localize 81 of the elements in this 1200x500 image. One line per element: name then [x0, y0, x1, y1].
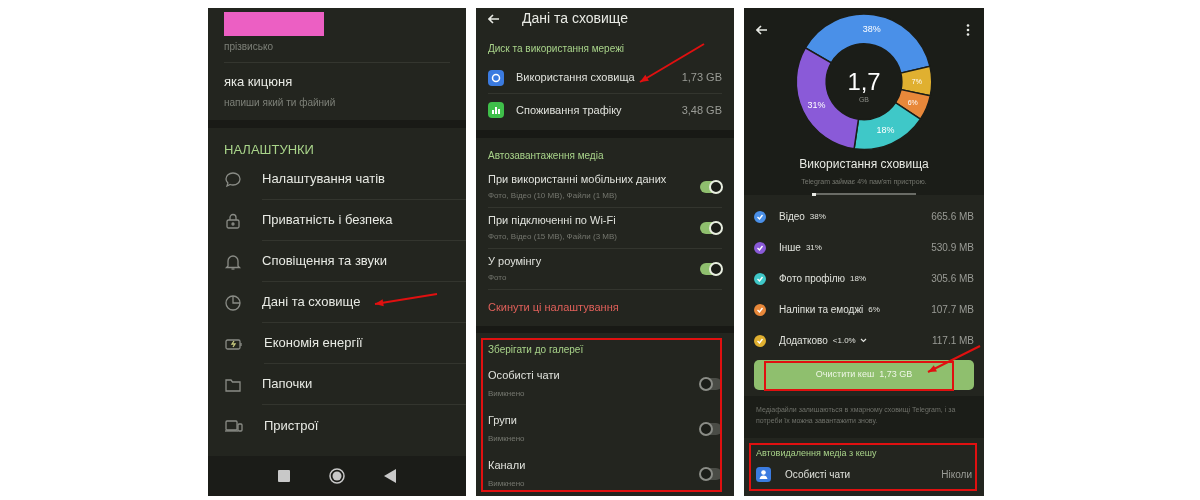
check-icon: [756, 274, 764, 283]
item-size: 107.7 MB: [931, 303, 974, 317]
item-label: Наліпки та емоджі: [779, 303, 864, 317]
person-icon: [756, 467, 771, 482]
toggle-switch[interactable]: [700, 377, 722, 390]
row-label[interactable]: Особисті чати: [488, 366, 700, 384]
row-value: 1,73 GB: [681, 70, 722, 86]
annotation-arrow: [927, 345, 981, 373]
row-hint: Вимкнено: [488, 388, 526, 401]
slice-label: 18%: [876, 125, 895, 135]
row-hint: Фото, Відео (15 MB), Файли (3 MB): [488, 231, 618, 244]
reset-link[interactable]: Скинути ці налаштування: [488, 289, 722, 326]
row-label[interactable]: У роумінгу: [488, 252, 700, 270]
bell-icon: [224, 252, 242, 271]
slice-label: 38%: [862, 24, 881, 35]
settings-item[interactable]: Сповіщення та звуки: [262, 241, 466, 282]
toggle-switch[interactable]: [700, 221, 722, 234]
checkbox[interactable]: [754, 334, 766, 347]
back-arrow-icon: [756, 24, 768, 36]
section-header: Диск та використання мережі: [488, 42, 626, 56]
item-label: Фото профілю: [779, 272, 846, 286]
more-icon: [966, 24, 970, 36]
item-label: Відео: [779, 210, 805, 224]
item-percent: <1.0%: [832, 334, 856, 347]
total-size: 1,7: [847, 67, 881, 95]
check-icon: [756, 243, 764, 252]
back-arrow-icon: [488, 12, 500, 25]
section-header: НАЛАШТУНКИ: [223, 140, 315, 159]
settings-item[interactable]: Приватність і безпека: [262, 200, 466, 241]
toggle-switch[interactable]: [700, 180, 722, 193]
row-hint: Вимкнено: [488, 478, 526, 491]
item-size: 665.6 MB: [931, 210, 974, 224]
storage-title: Використання сховища: [799, 155, 929, 173]
row-label[interactable]: Канали: [488, 456, 700, 474]
screen-title: Дані та сховище: [522, 9, 628, 28]
row-hint: Вимкнено: [488, 433, 526, 446]
row-label[interactable]: При використанні мобільних даних: [488, 170, 700, 188]
chat-bubble-icon: [224, 170, 242, 189]
row-label[interactable]: Групи: [488, 411, 700, 429]
settings-item[interactable]: Економія енергії: [264, 323, 466, 364]
checkbox[interactable]: [754, 210, 766, 223]
row-label[interactable]: При підключенні по Wi-Fi: [488, 211, 700, 229]
annotation-arrow: [374, 293, 438, 307]
item-percent: 31%: [805, 241, 822, 254]
section-header: Автозавантаження медіа: [488, 148, 605, 163]
settings-item[interactable]: Пристрої: [264, 405, 466, 446]
row-label[interactable]: Споживання трафіку: [516, 101, 682, 119]
annotation-arrow: [639, 43, 705, 83]
lock-icon: [224, 211, 242, 230]
toggle-switch[interactable]: [700, 422, 722, 435]
toggle-switch[interactable]: [700, 262, 722, 275]
toggle-switch[interactable]: [700, 467, 722, 480]
row-label[interactable]: Використання сховища: [516, 69, 682, 86]
row-value: 3,48 GB: [681, 102, 722, 118]
checkbox[interactable]: [754, 241, 766, 254]
item-size: 117.1 MB: [931, 334, 974, 348]
item-label: Інше: [779, 241, 801, 255]
check-icon: [756, 212, 764, 221]
bio-text: яка кицюня: [224, 73, 294, 91]
item-label: Додатково: [779, 334, 828, 348]
row-label[interactable]: Особисті чати: [785, 467, 942, 482]
row-hint: Фото: [488, 272, 508, 285]
checkbox[interactable]: [754, 303, 766, 316]
item-size: 305.6 MB: [931, 272, 974, 286]
item-size: 530.9 MB: [931, 241, 974, 255]
row-hint: Фото, Відео (10 MB), Файли (1 MB): [488, 190, 618, 203]
item-percent: 6%: [868, 303, 880, 316]
item-percent: 38%: [809, 210, 826, 223]
bio-hint: напиши який ти файний: [224, 95, 337, 110]
nickname-label: прізвисько: [224, 39, 450, 63]
pie-chart-icon: [224, 293, 242, 312]
item-percent: 18%: [850, 272, 867, 285]
settings-item[interactable]: Налаштування чатів: [262, 159, 466, 200]
slice-label: 31%: [807, 99, 826, 110]
section-header: Автовидалення медіа з кешу: [756, 447, 878, 460]
checkbox[interactable]: [754, 272, 766, 285]
settings-item[interactable]: Папочки: [262, 364, 466, 405]
row-value: Ніколи: [941, 468, 972, 482]
section-header: Зберігати до галереї: [488, 343, 585, 357]
check-icon: [756, 305, 764, 314]
check-icon: [756, 336, 764, 345]
